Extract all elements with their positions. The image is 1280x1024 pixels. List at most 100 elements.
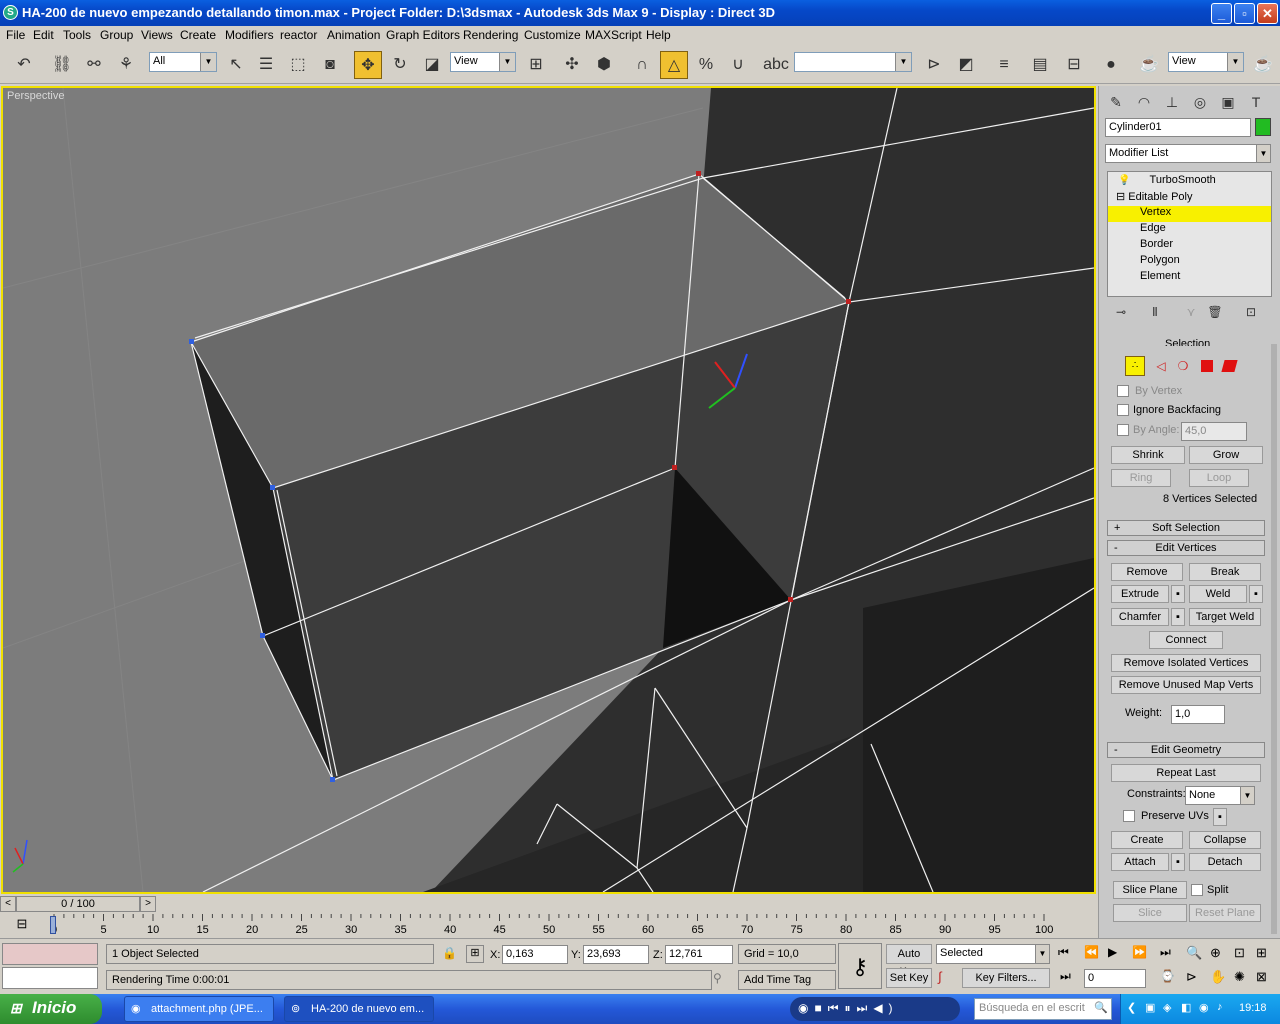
search-icon[interactable]: 🔍 bbox=[1094, 1001, 1108, 1014]
stack-item-polygon[interactable]: Polygon bbox=[1108, 254, 1271, 270]
loop-button[interactable]: Loop bbox=[1189, 469, 1249, 487]
tray-icon-1[interactable]: ▣ bbox=[1145, 1001, 1155, 1014]
show-end-result-icon[interactable]: Ⅱ bbox=[1145, 302, 1165, 322]
x-coordinate-spinner[interactable]: 0,163 bbox=[502, 945, 568, 964]
chamfer-settings-button[interactable]: ▪ bbox=[1171, 608, 1185, 626]
key-mode-dropdown[interactable]: Selected ▼ bbox=[936, 944, 1050, 964]
remove-modifier-icon[interactable]: 🗑 bbox=[1205, 302, 1225, 322]
modifier-list-dropdown[interactable]: Modifier List ▼ bbox=[1105, 144, 1271, 163]
keyboard-shortcut-override-icon[interactable]: ⬢ bbox=[590, 51, 618, 79]
unlink-icon[interactable]: ⚯ bbox=[80, 51, 108, 79]
slider-prev-icon[interactable]: < bbox=[0, 896, 16, 912]
manipulate-icon[interactable]: ✣ bbox=[558, 51, 586, 79]
menu-help[interactable]: Help bbox=[646, 28, 671, 42]
time-configuration-icon[interactable]: ⌚ bbox=[1160, 969, 1175, 983]
pin-stack-icon[interactable]: ⊸ bbox=[1111, 302, 1131, 322]
menu-customize[interactable]: Customize bbox=[524, 28, 581, 42]
previous-frame-icon[interactable]: ⏪ bbox=[1084, 945, 1099, 959]
current-frame-spinner[interactable]: 0 bbox=[1084, 969, 1146, 988]
vertex-mode-icon[interactable]: ∴ bbox=[1125, 356, 1145, 376]
slice-button[interactable]: Slice bbox=[1113, 904, 1187, 922]
attach-list-button[interactable]: ▪ bbox=[1171, 853, 1185, 871]
render-view-dropdown[interactable]: View ▼ bbox=[1168, 52, 1244, 72]
weld-button[interactable]: Weld bbox=[1189, 585, 1247, 603]
key-filters-button[interactable]: Key Filters... bbox=[962, 968, 1050, 988]
lock-selection-icon[interactable]: 🔒 bbox=[442, 946, 457, 960]
set-key-icon[interactable]: ⚷ bbox=[838, 943, 882, 989]
weight-spinner[interactable]: 1,0 bbox=[1171, 705, 1225, 724]
tray-icon-2[interactable]: ◈ bbox=[1163, 1001, 1171, 1014]
polygon-mode-icon[interactable] bbox=[1201, 360, 1213, 372]
edge-mode-icon[interactable]: ◁ bbox=[1151, 356, 1171, 376]
split-checkbox[interactable] bbox=[1191, 884, 1203, 896]
open-mini-curve-editor-icon[interactable]: ⊟ bbox=[10, 916, 34, 934]
by-angle-spinner[interactable]: 45,0 bbox=[1181, 422, 1247, 441]
preserve-uvs-settings-button[interactable]: ▪ bbox=[1213, 808, 1227, 826]
menu-create[interactable]: Create bbox=[180, 28, 216, 42]
tray-icon-4[interactable]: ◉ bbox=[1199, 1001, 1209, 1014]
panel-scrollbar[interactable] bbox=[1271, 344, 1277, 934]
go-to-end-icon[interactable]: ⏭ bbox=[1160, 945, 1171, 960]
bind-space-warp-icon[interactable]: ⚘ bbox=[112, 51, 140, 79]
next-frame-icon[interactable]: ⏩ bbox=[1132, 945, 1147, 959]
rectangular-selection-icon[interactable]: ⬚ bbox=[284, 51, 312, 79]
layer-manager-icon[interactable]: ≡ bbox=[990, 51, 1018, 79]
create-tab-icon[interactable]: ✎ bbox=[1103, 88, 1129, 114]
desktop-search-input[interactable]: Búsqueda en el escrit 🔍 bbox=[974, 998, 1112, 1020]
percent-snap-icon[interactable]: % bbox=[692, 51, 720, 79]
media-player-toolbar[interactable]: ◉■⏮⏸⏭◀) bbox=[790, 997, 960, 1021]
preserve-uvs-checkbox[interactable] bbox=[1123, 810, 1135, 822]
key-mode-toggle-icon[interactable]: ⏭ bbox=[1060, 969, 1071, 984]
stack-item-vertex[interactable]: Vertex bbox=[1108, 206, 1271, 222]
zoom-icon[interactable]: 🔍 bbox=[1186, 945, 1202, 961]
border-mode-icon[interactable]: ❍ bbox=[1173, 356, 1193, 376]
start-button[interactable]: ⊞ Inicio bbox=[0, 994, 102, 1024]
zoom-extents-all-icon[interactable]: ⊞ bbox=[1256, 945, 1267, 961]
go-to-start-icon[interactable]: ⏮ bbox=[1058, 945, 1069, 960]
detach-button[interactable]: Detach bbox=[1189, 853, 1261, 871]
hierarchy-tab-icon[interactable]: ⊥ bbox=[1159, 88, 1185, 114]
slice-plane-button[interactable]: Slice Plane bbox=[1113, 881, 1187, 899]
make-unique-icon[interactable]: ⋎ bbox=[1181, 302, 1201, 322]
extrude-button[interactable]: Extrude bbox=[1111, 585, 1169, 603]
maxscript-listener-field[interactable] bbox=[2, 943, 98, 965]
reset-plane-button[interactable]: Reset Plane bbox=[1189, 904, 1261, 922]
create-button[interactable]: Create bbox=[1111, 831, 1183, 849]
zoom-extents-icon[interactable]: ⊡ bbox=[1234, 945, 1245, 961]
select-and-link-icon[interactable]: ⛓ bbox=[48, 51, 76, 79]
target-weld-button[interactable]: Target Weld bbox=[1189, 608, 1261, 626]
remove-unused-map-verts-button[interactable]: Remove Unused Map Verts bbox=[1111, 676, 1261, 694]
repeat-last-button[interactable]: Repeat Last bbox=[1111, 764, 1261, 782]
maxscript-input-field[interactable] bbox=[2, 967, 98, 989]
motion-tab-icon[interactable]: ◎ bbox=[1187, 88, 1213, 114]
minimize-button[interactable]: _ bbox=[1211, 3, 1232, 24]
curve-editor-icon[interactable]: ▤ bbox=[1026, 51, 1054, 79]
collapse-button[interactable]: Collapse bbox=[1189, 831, 1261, 849]
selection-filter-dropdown[interactable]: All ▼ bbox=[149, 52, 217, 72]
ring-button[interactable]: Ring bbox=[1111, 469, 1171, 487]
object-name-field[interactable]: Cylinder01 bbox=[1105, 118, 1251, 137]
extrude-settings-button[interactable]: ▪ bbox=[1171, 585, 1185, 603]
utilities-tab-icon[interactable]: T bbox=[1243, 88, 1269, 114]
object-color-swatch[interactable] bbox=[1255, 118, 1271, 136]
stack-item-edge[interactable]: Edge bbox=[1108, 222, 1271, 238]
auto-key-button[interactable]: Auto Key bbox=[886, 944, 932, 978]
menu-modifiers[interactable]: Modifiers bbox=[225, 28, 274, 42]
app-icon[interactable]: S bbox=[3, 5, 18, 20]
shrink-button[interactable]: Shrink bbox=[1111, 446, 1185, 464]
volume-icon[interactable]: ♪ bbox=[1217, 1001, 1223, 1013]
remove-button[interactable]: Remove bbox=[1111, 563, 1183, 581]
default-in-out-tangents-icon[interactable]: ∫ bbox=[938, 969, 942, 984]
constraints-dropdown[interactable]: None ▼ bbox=[1185, 786, 1255, 805]
material-editor-icon[interactable]: ● bbox=[1097, 51, 1125, 79]
remove-isolated-vertices-button[interactable]: Remove Isolated Vertices bbox=[1111, 654, 1261, 672]
add-time-tag-button[interactable]: Add Time Tag bbox=[738, 970, 836, 990]
by-vertex-checkbox[interactable] bbox=[1117, 385, 1129, 397]
chamfer-button[interactable]: Chamfer bbox=[1111, 608, 1169, 626]
time-slider[interactable]: 0 / 100 bbox=[16, 896, 140, 912]
select-by-name-icon[interactable]: ☰ bbox=[252, 51, 280, 79]
stack-item-turbosmooth[interactable]: 💡 TurboSmooth bbox=[1108, 174, 1271, 190]
menu-views[interactable]: Views bbox=[141, 28, 173, 42]
select-and-scale-icon[interactable]: ◪ bbox=[418, 51, 446, 79]
play-icon[interactable]: ▶ bbox=[1108, 945, 1117, 959]
